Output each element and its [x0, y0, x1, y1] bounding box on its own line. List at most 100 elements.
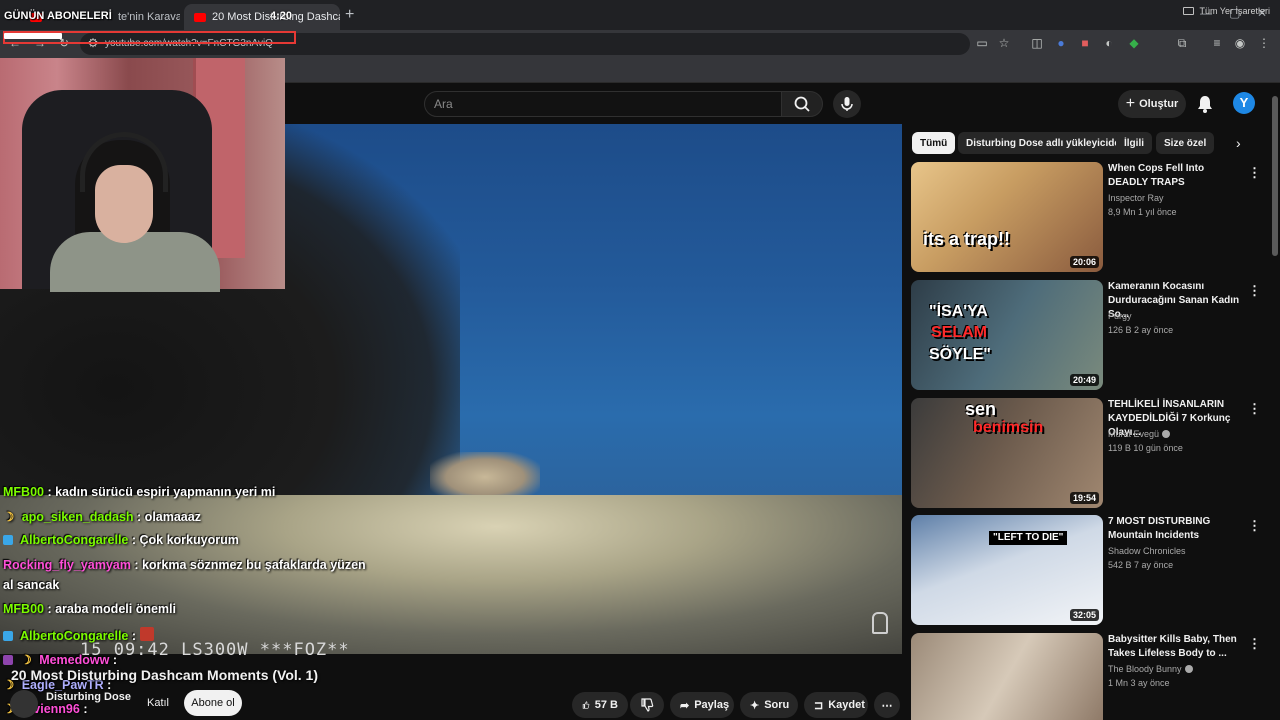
extension-icon[interactable]: ●: [1054, 36, 1068, 50]
rec-meta: 119 B 10 gün önce: [1108, 443, 1183, 453]
search-placeholder: Ara: [434, 97, 453, 111]
chat-text: : korkma söznmez bu şafaklarda yüzen: [134, 558, 366, 572]
rec-channel-name: The Bloody Bunny: [1108, 664, 1182, 674]
thumbs-down-icon: [641, 698, 654, 712]
rec-title[interactable]: When Cops Fell Into DEADLY TRAPS: [1108, 162, 1246, 190]
browser-menu-icon[interactable]: ⋮: [1257, 36, 1271, 50]
search-button[interactable]: [781, 91, 823, 117]
extension-icon[interactable]: ◫: [1030, 36, 1044, 50]
chat-text: :: [131, 629, 137, 643]
rec-duration: 32:05: [1069, 609, 1099, 621]
rec-menu-icon[interactable]: ⋮: [1248, 519, 1261, 532]
moon-badge-icon: ☽: [20, 653, 32, 667]
user-avatar[interactable]: Y: [1233, 92, 1255, 114]
channel-avatar[interactable]: [10, 690, 38, 718]
chat-username: MFB00: [3, 602, 44, 616]
chip-from-uploader[interactable]: Disturbing Dose adlı yükleyiciden: [958, 132, 1135, 154]
rec-title[interactable]: 7 MOST DISTURBING Mountain Incidents: [1108, 515, 1246, 543]
rec-channel[interactable]: Shadow Chronicles: [1108, 546, 1186, 556]
rec-age: 1 yıl önce: [1138, 207, 1177, 217]
plus-icon: +: [1125, 95, 1136, 112]
rec-thumbnail[interactable]: "LEFT TO DIE" 32:05: [911, 515, 1103, 625]
rec-title[interactable]: Babysitter Kills Baby, Then Takes Lifele…: [1108, 633, 1246, 661]
thumbnail-caption: SELAM: [931, 324, 987, 341]
rec-channel[interactable]: Murat Evegü: [1108, 429, 1171, 439]
sub-badge-icon: [3, 655, 13, 665]
verified-icon: [1184, 665, 1193, 673]
media-control-icon[interactable]: ≡: [1210, 36, 1224, 50]
chat-text: al sancak: [3, 578, 60, 592]
share-icon: ➦: [680, 699, 690, 712]
overlay-timer: 4:20: [270, 10, 293, 22]
dashcam-timestamp: 15 09:42 LS300W ***FOZ**: [80, 640, 350, 660]
share-button[interactable]: ➦ Paylaş: [670, 692, 734, 718]
rec-channel[interactable]: Inspector Ray: [1108, 193, 1164, 203]
chat-message: ☽ apo_siken_dadash : olamaaaz: [3, 509, 201, 524]
rec-age: 7 ay önce: [1134, 560, 1174, 570]
rec-duration: 20:49: [1069, 374, 1099, 386]
notifications-bell-icon[interactable]: [1196, 94, 1214, 114]
thumbnail-caption: its a trap!!: [923, 229, 1011, 249]
video-title: 20 Most Disturbing Dashcam Moments (Vol.…: [11, 667, 319, 683]
chip-all[interactable]: Tümü: [912, 132, 956, 154]
chat-text: :: [112, 653, 117, 667]
all-bookmarks-button[interactable]: Tüm Yer İşaretleri: [1183, 6, 1270, 16]
rec-menu-icon[interactable]: ⋮: [1248, 637, 1261, 650]
rec-channel[interactable]: The Bloody Bunny: [1108, 664, 1193, 674]
rec-thumbnail[interactable]: [911, 633, 1103, 720]
more-actions-button[interactable]: ⋯: [874, 692, 900, 718]
rec-menu-icon[interactable]: ⋮: [1248, 402, 1261, 415]
rec-views: 1 Mn: [1108, 678, 1129, 688]
chat-message: Rocking_fly_yamyam : korkma söznmez bu ş…: [3, 558, 366, 572]
chat-username: Rocking_fly_yamyam: [3, 558, 131, 572]
channel-name[interactable]: Disturbing Dose: [46, 691, 131, 703]
rec-views: 542 B: [1108, 560, 1132, 570]
extension-icon[interactable]: ■: [1078, 36, 1092, 50]
rec-thumbnail[interactable]: sen benimsin 19:54: [911, 398, 1103, 508]
chip-for-you[interactable]: Size özel: [1156, 132, 1215, 154]
rec-menu-icon[interactable]: ⋮: [1248, 166, 1261, 179]
rec-views: 126 B: [1108, 325, 1132, 335]
chat-username: apo_siken_dadash: [21, 510, 134, 524]
subscribe-button[interactable]: Abone ol: [184, 690, 242, 716]
cast-icon[interactable]: ▭: [975, 36, 989, 50]
rec-channel-name: Murat Evegü: [1108, 429, 1160, 439]
bookmark-star-icon[interactable]: ☆: [997, 36, 1011, 50]
search-icon: [794, 96, 810, 112]
rec-meta: 126 B 2 ay önce: [1108, 325, 1173, 335]
rec-age: 2 ay önce: [1134, 325, 1174, 335]
ask-button[interactable]: ✦ Soru: [740, 692, 798, 718]
rec-thumbnail[interactable]: "İSA'YA SELAM SÖYLE" 20:49: [911, 280, 1103, 390]
like-button[interactable]: 57 B: [572, 692, 628, 718]
thumbs-up-icon: [582, 701, 590, 709]
page-scrollbar[interactable]: [1272, 96, 1278, 256]
rec-menu-icon[interactable]: ⋮: [1248, 284, 1261, 297]
rec-views: 119 B: [1108, 443, 1131, 453]
chevron-right-icon[interactable]: ›: [1236, 135, 1241, 151]
microphone-icon: [841, 97, 853, 111]
join-button[interactable]: Katıl: [139, 690, 177, 716]
chat-message: AlbertoCongarelle : Çok korkuyorum: [3, 533, 239, 547]
overlay-name-bar: [4, 33, 62, 39]
channel-watermark-icon[interactable]: [872, 612, 888, 634]
rec-duration: 20:06: [1069, 256, 1099, 268]
folder-icon: [1183, 7, 1195, 15]
create-button[interactable]: + Oluştur: [1118, 90, 1186, 118]
rec-thumbnail[interactable]: its a trap!! 20:06: [911, 162, 1103, 272]
rec-age: 3 ay önce: [1130, 678, 1170, 688]
voice-search-button[interactable]: [833, 90, 861, 118]
new-tab-button[interactable]: +: [345, 6, 354, 24]
browser-tab-active[interactable]: 20 Most Disturbing Dashca ◀) ✕: [184, 4, 340, 30]
chat-message: AlbertoCongarelle :: [3, 627, 158, 643]
search-input[interactable]: [424, 91, 782, 117]
share-label: Paylaş: [694, 699, 730, 711]
extensions-puzzle-icon[interactable]: ⧉: [1175, 36, 1189, 50]
all-bookmarks-label: Tüm Yer İşaretleri: [1199, 6, 1270, 16]
rec-channel[interactable]: Purgy: [1108, 311, 1132, 321]
extension-icon[interactable]: ◆: [1127, 36, 1141, 50]
dislike-button[interactable]: [630, 692, 664, 718]
save-button[interactable]: ⊐ Kaydet: [804, 692, 868, 718]
extension-icon[interactable]: ◐: [1102, 36, 1116, 50]
chip-related[interactable]: İlgili: [1116, 132, 1152, 154]
profile-icon[interactable]: ◉: [1233, 36, 1247, 50]
